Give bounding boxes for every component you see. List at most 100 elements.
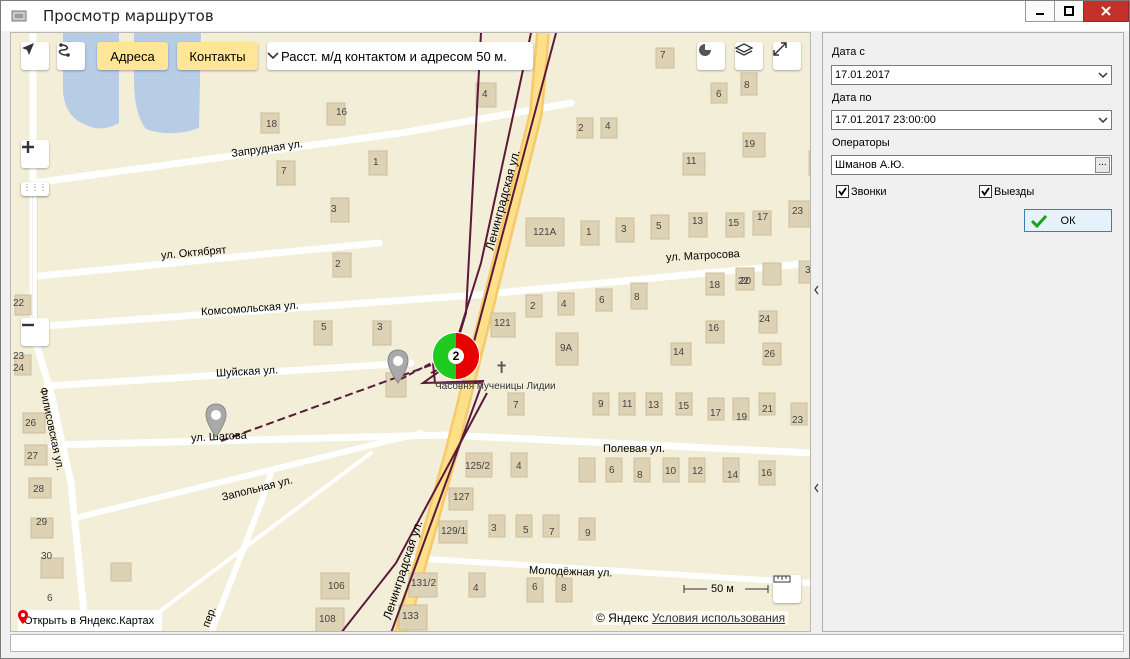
map-copyright: © Яндекс Условия использования bbox=[593, 611, 789, 625]
house-number: 2 bbox=[530, 301, 536, 312]
maximize-button[interactable] bbox=[1054, 1, 1084, 22]
operators-field[interactable]: Шманов А.Ю. ... bbox=[831, 155, 1112, 175]
house-number: 7 bbox=[549, 527, 555, 538]
house-number: 28 bbox=[33, 484, 45, 495]
fullscreen-button[interactable] bbox=[773, 42, 801, 70]
house-number: 32 bbox=[805, 265, 811, 276]
house-number: 4 bbox=[561, 299, 567, 310]
house-number: 5 bbox=[321, 322, 327, 333]
house-number: 14 bbox=[673, 347, 685, 358]
geolocation-button[interactable] bbox=[21, 42, 49, 70]
house-number: 8 bbox=[744, 80, 750, 91]
chevron-down-icon bbox=[1098, 72, 1108, 79]
house-number: 6 bbox=[47, 593, 53, 604]
yandex-pin-icon bbox=[18, 610, 28, 624]
maximize-icon bbox=[1064, 6, 1074, 16]
addresses-button[interactable]: Адреса bbox=[97, 42, 168, 70]
trips-checkbox[interactable]: Выезды bbox=[979, 185, 1034, 198]
calls-label: Звонки bbox=[851, 185, 887, 198]
house-number: 11 bbox=[622, 399, 633, 410]
house-number: 129/1 bbox=[441, 526, 467, 537]
house-number: 23 bbox=[792, 415, 804, 426]
filter-panel: Дата с 17.01.2017 Дата по 17.01.2017 23:… bbox=[822, 32, 1124, 632]
checkmark-icon bbox=[981, 187, 990, 197]
window-title: Просмотр маршрутов bbox=[43, 7, 214, 25]
house-number: 17 bbox=[757, 212, 769, 223]
house-number: 6 bbox=[609, 465, 615, 476]
title-bar: Просмотр маршрутов bbox=[1, 1, 1129, 31]
zoom-slider-thumb[interactable]: ⋮⋮⋮ bbox=[21, 182, 49, 196]
calls-checkbox-box[interactable] bbox=[836, 185, 849, 198]
operators-browse-button[interactable]: ... bbox=[1095, 157, 1110, 173]
house-number: 16 bbox=[336, 107, 348, 118]
ok-button[interactable]: ОК bbox=[1024, 209, 1112, 232]
ruler-button[interactable] bbox=[773, 575, 801, 603]
map-view[interactable]: Запрудная ул. ул. Октябрят Комсомольская… bbox=[10, 32, 811, 632]
ruler-icon bbox=[773, 575, 791, 583]
layers-button[interactable] bbox=[735, 42, 763, 70]
calls-checkbox[interactable]: Звонки bbox=[836, 185, 887, 198]
layers-icon bbox=[735, 43, 753, 56]
minus-icon bbox=[22, 323, 34, 327]
house-number: 14 bbox=[727, 470, 739, 481]
trips-label: Выезды bbox=[994, 185, 1035, 198]
house-number: 5 bbox=[656, 221, 662, 232]
date-to-picker[interactable]: 17.01.2017 23:00:00 bbox=[831, 110, 1112, 130]
main-window: Просмотр маршрутов Запрудная ул. ул. Окт… bbox=[0, 0, 1130, 659]
chevron-down-icon bbox=[267, 52, 279, 60]
house-number: 27 bbox=[27, 451, 39, 462]
house-number: 6 bbox=[599, 295, 605, 306]
house-number: 11 bbox=[686, 156, 697, 167]
trips-checkbox-box[interactable] bbox=[979, 185, 992, 198]
date-from-label: Дата с bbox=[832, 46, 865, 58]
zoom-slider-track[interactable] bbox=[33, 190, 37, 333]
distance-select[interactable]: Расст. м/д контактом и адресом 50 м. bbox=[267, 42, 533, 70]
navigation-arrow-icon bbox=[22, 43, 34, 55]
house-number: 5 bbox=[523, 525, 529, 536]
chapel-label: Часовня мученицы Лидии bbox=[435, 381, 556, 392]
house-number: 4 bbox=[516, 461, 522, 472]
house-number: 125/2 bbox=[465, 461, 491, 472]
checkmark-icon bbox=[838, 187, 847, 197]
map-cluster[interactable]: 2 bbox=[431, 331, 481, 381]
house-number: 20 bbox=[740, 276, 752, 287]
house-number: 19 bbox=[744, 139, 756, 150]
house-number: 26 bbox=[25, 418, 37, 429]
ok-label: ОК bbox=[1060, 214, 1076, 227]
house-number: 24 bbox=[759, 314, 771, 325]
open-in-yandex-link[interactable]: Открыть в Яндекс.Картах bbox=[18, 610, 163, 631]
house-number: 29 bbox=[36, 517, 48, 528]
route-button[interactable] bbox=[57, 42, 85, 70]
green-check-icon bbox=[1031, 214, 1047, 228]
operators-value: Шманов А.Ю. bbox=[835, 159, 905, 171]
house-number: 8 bbox=[637, 470, 643, 481]
house-number: 127 bbox=[453, 492, 470, 503]
house-number: 133 bbox=[402, 611, 419, 622]
zoom-out-button[interactable] bbox=[21, 318, 49, 346]
house-number: 17 bbox=[710, 408, 722, 419]
house-number: 16 bbox=[708, 323, 720, 334]
date-from-picker[interactable]: 17.01.2017 bbox=[831, 65, 1112, 85]
house-number: 8 bbox=[561, 583, 567, 594]
map-marker-icon[interactable] bbox=[204, 403, 228, 439]
traffic-button[interactable] bbox=[697, 42, 725, 70]
expand-icon bbox=[773, 42, 787, 56]
operators-label: Операторы bbox=[832, 137, 890, 149]
house-number: 4 bbox=[482, 89, 488, 100]
house-number: 2 bbox=[335, 259, 341, 270]
contacts-button[interactable]: Контакты bbox=[177, 42, 258, 70]
close-button[interactable] bbox=[1083, 1, 1129, 22]
minimize-button[interactable] bbox=[1025, 1, 1055, 22]
house-number: 6 bbox=[716, 89, 722, 100]
zoom-in-button[interactable] bbox=[21, 140, 49, 168]
house-number: 4 bbox=[605, 121, 611, 132]
terms-link[interactable]: Условия использования bbox=[652, 611, 785, 625]
house-number: 19 bbox=[736, 412, 748, 423]
date-to-label: Дата по bbox=[832, 92, 872, 104]
map-marker-icon[interactable] bbox=[386, 349, 410, 385]
panel-splitter[interactable] bbox=[812, 32, 821, 632]
house-number: 7 bbox=[513, 400, 519, 411]
date-from-value: 17.01.2017 bbox=[835, 69, 891, 81]
house-number: 13 bbox=[692, 216, 704, 227]
house-number: 23 bbox=[13, 351, 25, 362]
